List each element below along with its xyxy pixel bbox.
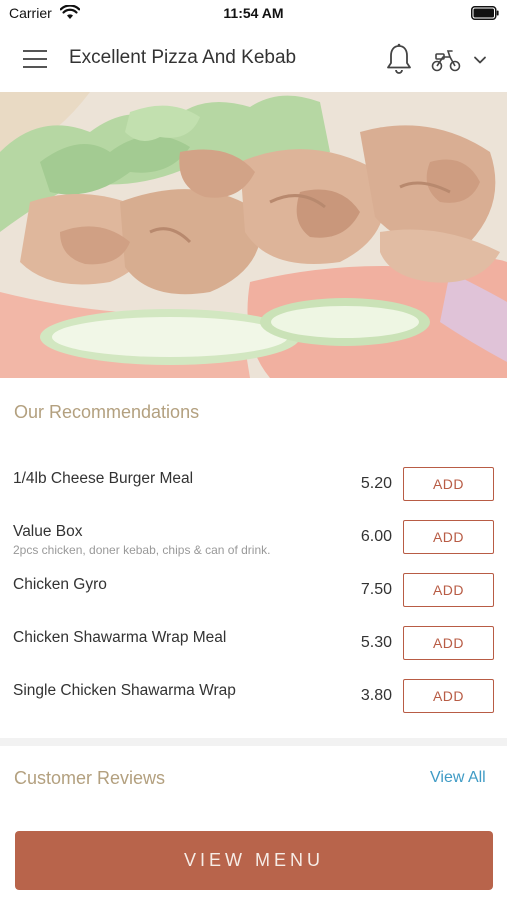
app-header: Excellent Pizza And Kebab	[0, 26, 507, 92]
list-item: 1/4lb Cheese Burger Meal 5.20 ADD	[0, 460, 507, 513]
add-button[interactable]: ADD	[403, 626, 494, 660]
item-name: Chicken Shawarma Wrap Meal	[13, 629, 227, 646]
item-price: 7.50	[360, 581, 392, 598]
recommendations-title: Our Recommendations	[14, 402, 200, 422]
item-name: 1/4lb Cheese Burger Meal	[13, 470, 194, 487]
item-name: Single Chicken Shawarma Wrap	[13, 682, 236, 699]
reviews-title: Customer Reviews	[14, 768, 166, 788]
list-item: Single Chicken Shawarma Wrap 3.80 ADD	[0, 672, 507, 725]
list-item: Chicken Gyro 7.50 ADD	[0, 566, 507, 619]
add-button[interactable]: ADD	[403, 520, 494, 554]
chevron-down-icon[interactable]	[473, 55, 487, 65]
view-all-link[interactable]: View All	[430, 769, 486, 787]
item-name: Chicken Gyro	[13, 576, 107, 593]
item-price: 6.00	[360, 528, 392, 545]
hero-food-image	[0, 92, 507, 378]
item-price: 3.80	[360, 687, 392, 704]
battery-icon	[471, 6, 499, 20]
item-name: Value Box	[13, 523, 83, 540]
bell-icon[interactable]	[385, 43, 413, 75]
status-bar: Carrier 11:54 AM	[0, 0, 507, 26]
section-divider	[0, 738, 507, 746]
add-button[interactable]: ADD	[403, 467, 494, 501]
menu-icon[interactable]	[22, 49, 48, 69]
add-button[interactable]: ADD	[403, 679, 494, 713]
item-price: 5.20	[360, 475, 392, 492]
clock-time: 11:54 AM	[223, 5, 284, 21]
recommendations-list: 1/4lb Cheese Burger Meal 5.20 ADD Value …	[0, 460, 507, 725]
list-item: Chicken Shawarma Wrap Meal 5.30 ADD	[0, 619, 507, 672]
list-item: Value Box 2pcs chicken, doner kebab, chi…	[0, 513, 507, 566]
item-description: 2pcs chicken, doner kebab, chips & can o…	[13, 543, 271, 557]
scooter-icon[interactable]	[431, 48, 461, 72]
add-button[interactable]: ADD	[403, 573, 494, 607]
item-price: 5.30	[360, 634, 392, 651]
restaurant-title: Excellent Pizza And Kebab	[69, 47, 297, 68]
view-menu-button[interactable]: VIEW MENU	[15, 831, 493, 890]
